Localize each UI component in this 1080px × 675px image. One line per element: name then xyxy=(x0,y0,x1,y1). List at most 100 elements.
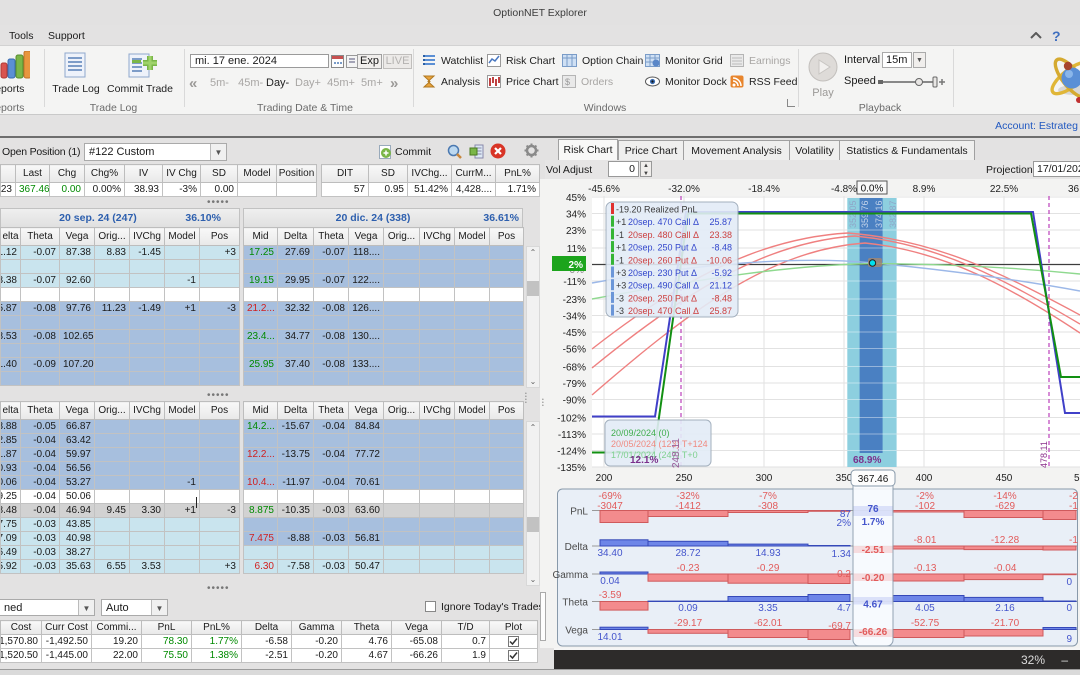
svg-text:-135%: -135% xyxy=(557,463,586,474)
svg-text:20/09/2024 (0): 20/09/2024 (0) xyxy=(611,428,670,438)
svg-text:-308: -308 xyxy=(758,501,778,512)
svg-text:20sep. 490 Call Δ: 20sep. 490 Call Δ xyxy=(628,281,699,291)
svg-text:-113%: -113% xyxy=(558,430,586,441)
svg-text:20sep. 230 Put Δ: 20sep. 230 Put Δ xyxy=(628,268,697,278)
svg-text:-79%: -79% xyxy=(563,379,586,390)
svg-text:$: $ xyxy=(565,77,570,87)
svg-text:-34%: -34% xyxy=(563,312,586,323)
svg-text:-12.28: -12.28 xyxy=(991,535,1020,546)
svg-text:4.7: 4.7 xyxy=(837,603,851,614)
svg-text:28.72: 28.72 xyxy=(675,548,700,559)
svg-text:25.87: 25.87 xyxy=(709,306,732,316)
svg-text:+1: +1 xyxy=(616,243,626,253)
svg-text:1.34: 1.34 xyxy=(832,549,852,560)
svg-text:+1: +1 xyxy=(616,217,626,227)
svg-text:-3: -3 xyxy=(616,306,624,316)
svg-text:-56%: -56% xyxy=(563,345,586,356)
svg-text:-0.29: -0.29 xyxy=(757,563,780,574)
svg-text:20sep. 470 Call Δ: 20sep. 470 Call Δ xyxy=(628,306,699,316)
svg-text:-3047: -3047 xyxy=(597,501,623,512)
svg-text:3.35: 3.35 xyxy=(758,603,778,614)
svg-text:-4.8%: -4.8% xyxy=(831,184,857,195)
svg-text:-1412: -1412 xyxy=(675,501,701,512)
svg-text:-23%: -23% xyxy=(563,295,586,306)
svg-text:-1: -1 xyxy=(1069,501,1078,512)
svg-text:22.5%: 22.5% xyxy=(990,184,1018,195)
svg-text:36: 36 xyxy=(1068,184,1080,195)
svg-text:0.09: 0.09 xyxy=(678,603,698,614)
svg-text:14.93: 14.93 xyxy=(755,548,780,559)
svg-text:0.0%: 0.0% xyxy=(861,184,884,195)
svg-text:-5.92: -5.92 xyxy=(711,268,732,278)
svg-text:20sep. 250 Put Δ: 20sep. 250 Put Δ xyxy=(628,243,697,253)
svg-text:0: 0 xyxy=(1066,603,1072,614)
svg-text:-0.04: -0.04 xyxy=(994,563,1017,574)
svg-text:21.12: 21.12 xyxy=(709,281,732,291)
svg-text:-1: -1 xyxy=(1069,535,1078,546)
svg-text:2%: 2% xyxy=(569,260,584,271)
svg-text:9: 9 xyxy=(1066,634,1072,645)
svg-text:-45%: -45% xyxy=(563,328,586,339)
svg-text:68.9%: 68.9% xyxy=(853,455,881,466)
svg-text:200: 200 xyxy=(596,473,613,484)
svg-text:+3: +3 xyxy=(616,268,626,278)
svg-text:20sep. 250 Put Δ: 20sep. 250 Put Δ xyxy=(628,293,697,303)
svg-text:0: 0 xyxy=(1066,577,1072,588)
svg-text:-66.26: -66.26 xyxy=(859,627,888,638)
svg-text:76: 76 xyxy=(867,504,879,515)
svg-text:Vega: Vega xyxy=(565,626,588,637)
svg-text:-124%: -124% xyxy=(557,447,586,458)
svg-text:-21.70: -21.70 xyxy=(991,618,1020,629)
svg-text:-0.20: -0.20 xyxy=(862,573,885,584)
svg-text:20/05/2024 (123) T+124: 20/05/2024 (123) T+124 xyxy=(611,439,708,449)
svg-text:20sep. 470 Call Δ: 20sep. 470 Call Δ xyxy=(628,217,699,227)
svg-text:-62.01: -62.01 xyxy=(754,618,783,629)
svg-text:250: 250 xyxy=(676,473,693,484)
svg-text:-3.59: -3.59 xyxy=(599,590,622,601)
svg-text:-18.4%: -18.4% xyxy=(748,184,780,195)
svg-text:450: 450 xyxy=(996,473,1013,484)
svg-text:4.05: 4.05 xyxy=(915,603,935,614)
svg-text:-52.75: -52.75 xyxy=(911,618,940,629)
svg-text:-8.48: -8.48 xyxy=(711,293,732,303)
svg-text:350: 350 xyxy=(836,473,853,484)
svg-text:PnL: PnL xyxy=(570,507,588,518)
svg-text:-19.20 Realized PnL: -19.20 Realized PnL xyxy=(616,205,698,215)
svg-text:-69.7: -69.7 xyxy=(828,621,851,632)
svg-text:-0.13: -0.13 xyxy=(914,563,937,574)
svg-text:-11%: -11% xyxy=(563,277,586,288)
svg-text:2%: 2% xyxy=(837,518,852,529)
svg-text:-8.01: -8.01 xyxy=(914,535,937,546)
svg-text:4.67: 4.67 xyxy=(863,600,883,611)
svg-text:478.11: 478.11 xyxy=(1039,441,1049,468)
svg-text:-0.2: -0.2 xyxy=(834,569,852,580)
svg-text:23%: 23% xyxy=(566,226,586,237)
svg-text:-8.48: -8.48 xyxy=(711,243,732,253)
svg-text:-10.06: -10.06 xyxy=(706,255,732,265)
svg-text:11%: 11% xyxy=(567,244,586,255)
svg-text:-68%: -68% xyxy=(563,363,586,374)
svg-text:34.40: 34.40 xyxy=(597,548,622,559)
svg-text:Theta: Theta xyxy=(562,598,588,609)
svg-text:-102%: -102% xyxy=(557,414,586,425)
svg-text:34%: 34% xyxy=(566,210,586,221)
svg-text:1.7%: 1.7% xyxy=(862,517,885,528)
svg-text:-45.6%: -45.6% xyxy=(588,184,620,195)
svg-text:45%: 45% xyxy=(566,193,586,204)
svg-text:0.04: 0.04 xyxy=(600,576,620,587)
svg-text:248.11: 248.11 xyxy=(671,438,682,468)
svg-text:23.38: 23.38 xyxy=(709,230,732,240)
svg-text:-90%: -90% xyxy=(563,396,586,407)
svg-text:Delta: Delta xyxy=(565,542,589,553)
svg-text:-102: -102 xyxy=(915,501,935,512)
svg-text:Gamma: Gamma xyxy=(552,570,588,581)
svg-text:2.16: 2.16 xyxy=(995,603,1015,614)
svg-text:5: 5 xyxy=(1074,473,1080,484)
svg-text:20sep. 480 Call Δ: 20sep. 480 Call Δ xyxy=(628,230,699,240)
svg-text:12.1%: 12.1% xyxy=(630,455,658,466)
svg-text:-29.17: -29.17 xyxy=(674,618,703,629)
svg-text:-0.23: -0.23 xyxy=(677,563,700,574)
svg-text:14.01: 14.01 xyxy=(597,632,622,643)
svg-text:300: 300 xyxy=(756,473,773,484)
svg-text:8.9%: 8.9% xyxy=(913,184,936,195)
